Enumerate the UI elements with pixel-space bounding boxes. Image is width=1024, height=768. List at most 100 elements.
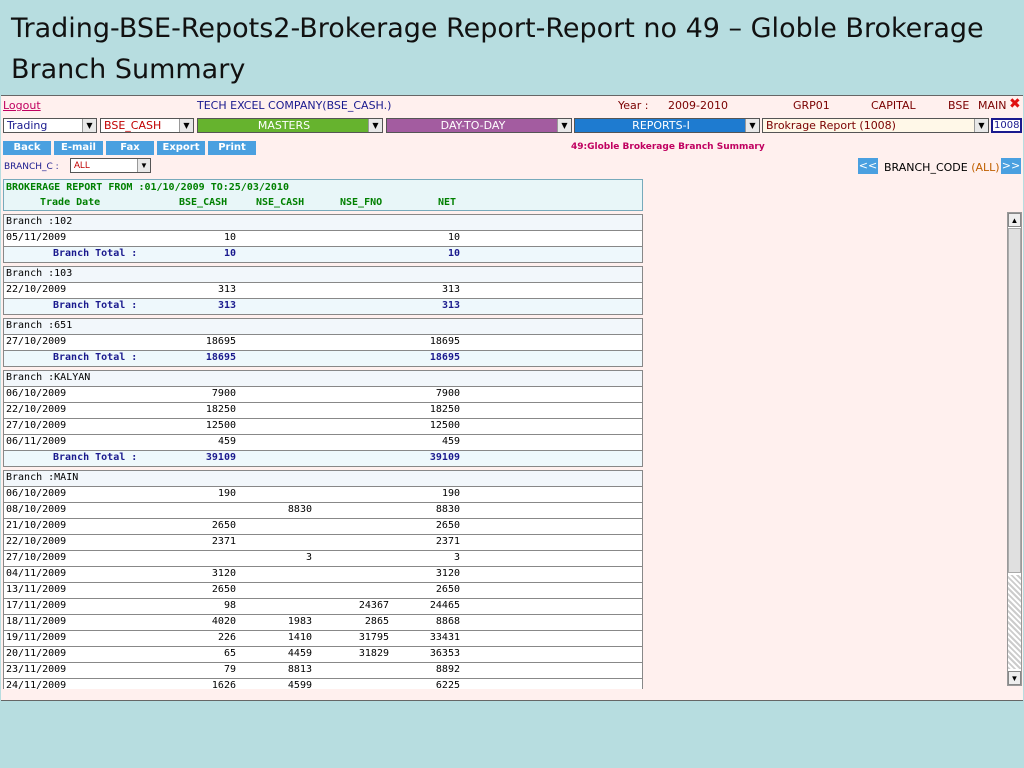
table-row: 06/10/2009 190 190	[3, 487, 643, 503]
cell-trade-date: 23/11/2009	[6, 664, 67, 675]
cell-trade-date: 06/10/2009	[6, 488, 67, 499]
cell-bse-cash: 18695	[205, 352, 236, 363]
report-select[interactable]: Brokrage Report (1008) ▼	[762, 118, 989, 133]
branch-code-label: BRANCH_CODE	[884, 161, 968, 174]
masters-menu-label: MASTERS	[257, 119, 311, 132]
reports-menu[interactable]: REPORTS-I ▼	[574, 118, 760, 133]
cell-bse-cash: 4020	[211, 616, 236, 627]
cell-net: 3	[453, 552, 460, 563]
report-code-field[interactable]: 1008	[991, 118, 1022, 133]
table-row: 08/10/2009 8830 8830	[3, 503, 643, 519]
table-row: 06/10/2009 7900 7900	[3, 387, 643, 403]
cell-trade-date: 17/11/2009	[6, 600, 67, 611]
cell-net: 459	[441, 436, 460, 447]
branch-filter-label: BRANCH_C :	[4, 162, 59, 172]
cell-trade-date: 22/10/2009	[6, 284, 67, 295]
table-row: 13/11/2009 2650 2650	[3, 583, 643, 599]
branch-header-row: Branch :MAIN	[3, 470, 643, 487]
chevron-down-icon: ▼	[368, 119, 382, 132]
branch-total-row: Branch Total : 10 10	[3, 247, 643, 263]
cell-bse-cash: 313	[217, 300, 236, 311]
back-button[interactable]: Back	[3, 141, 51, 155]
branch-total-label: Branch Total :	[53, 452, 138, 463]
cell-net: 36353	[429, 648, 460, 659]
chevron-down-icon: ▼	[82, 119, 96, 132]
company-name: TECH EXCEL COMPANY(BSE_CASH.)	[197, 99, 392, 112]
day-to-day-menu[interactable]: DAY-TO-DAY ▼	[386, 118, 572, 133]
branch-header-row: Branch :KALYAN	[3, 370, 643, 387]
chevron-down-icon: ▼	[137, 159, 150, 172]
prev-branch-button[interactable]: <<	[858, 158, 878, 174]
day-to-day-menu-label: DAY-TO-DAY	[440, 119, 506, 132]
table-row: 20/11/2009 65 4459 31829 36353	[3, 647, 643, 663]
fax-button[interactable]: Fax	[106, 141, 154, 155]
segment-select[interactable]: BSE_CASH ▼	[100, 118, 194, 133]
cell-net: 6225	[435, 680, 460, 689]
cell-net: 313	[441, 300, 460, 311]
email-button[interactable]: E-mail	[54, 141, 103, 155]
scrollbar-track[interactable]	[1008, 575, 1021, 669]
cell-trade-date: 13/11/2009	[6, 584, 67, 595]
col-nse-cash: NSE_CASH	[256, 197, 305, 208]
vertical-scrollbar[interactable]: ▲ ▼	[1007, 212, 1022, 686]
table-row: 22/10/2009 313 313	[3, 283, 643, 299]
year-label: Year :	[618, 99, 649, 112]
scrollbar-thumb[interactable]	[1008, 228, 1021, 573]
cell-net: 12500	[429, 420, 460, 431]
branch-total-row: Branch Total : 39109 39109	[3, 451, 643, 467]
trading-select[interactable]: Trading ▼	[3, 118, 97, 133]
table-row: 05/11/2009 10 10	[3, 231, 643, 247]
top-bar: Logout TECH EXCEL COMPANY(BSE_CASH.) Yea…	[1, 96, 1023, 116]
cell-net: 18695	[429, 352, 460, 363]
table-row: 19/11/2009 226 1410 31795 33431	[3, 631, 643, 647]
next-branch-button[interactable]: >>	[1001, 158, 1021, 174]
masters-menu[interactable]: MASTERS ▼	[197, 118, 383, 133]
export-button[interactable]: Export	[157, 141, 205, 155]
branch-header-row: Branch :103	[3, 266, 643, 283]
cell-trade-date: 27/10/2009	[6, 552, 67, 563]
print-button[interactable]: Print	[208, 141, 256, 155]
cell-nse-cash: 1983	[287, 616, 312, 627]
table-row: 22/10/2009 18250 18250	[3, 403, 643, 419]
cell-bse-cash: 65	[223, 648, 236, 659]
cell-bse-cash: 39109	[205, 452, 236, 463]
table-row: 06/11/2009 459 459	[3, 435, 643, 451]
cell-net: 39109	[429, 452, 460, 463]
cell-nse-fno: 2865	[364, 616, 389, 627]
slide-title: Trading-BSE-Repots2-Brokerage Report-Rep…	[11, 13, 984, 85]
table-row: 21/10/2009 2650 2650	[3, 519, 643, 535]
group-code: GRP01	[793, 99, 830, 112]
chevron-down-icon: ▼	[745, 119, 759, 132]
logout-link[interactable]: Logout	[3, 99, 41, 112]
cell-net: 18250	[429, 404, 460, 415]
chevron-down-icon: ▼	[974, 119, 988, 132]
branch-total-label: Branch Total :	[53, 300, 138, 311]
arrow-down-icon[interactable]: ▼	[1008, 671, 1021, 685]
cell-bse-cash: 79	[223, 664, 236, 675]
close-icon[interactable]: ✖	[1009, 96, 1021, 112]
report-code-value: 1008	[994, 120, 1020, 131]
cell-bse-cash: 12500	[205, 420, 236, 431]
branch-total-label: Branch Total :	[53, 352, 138, 363]
branch-header-row: Branch :651	[3, 318, 643, 335]
cell-bse-cash: 459	[217, 436, 236, 447]
table-row: 27/10/2009 12500 12500	[3, 419, 643, 435]
cell-net: 10	[447, 232, 460, 243]
table-row: 17/11/2009 98 24367 24465	[3, 599, 643, 615]
table-row: 27/10/2009 18695 18695	[3, 335, 643, 351]
arrow-up-icon[interactable]: ▲	[1008, 213, 1021, 227]
cell-trade-date: 19/11/2009	[6, 632, 67, 643]
cell-trade-date: 22/10/2009	[6, 536, 67, 547]
cell-net: 2650	[435, 584, 460, 595]
cell-bse-cash: 18250	[205, 404, 236, 415]
cell-bse-cash: 98	[223, 600, 236, 611]
branch-filter-value: ALL	[74, 160, 91, 170]
col-bse-cash: BSE_CASH	[179, 197, 228, 208]
table-row: 22/10/2009 2371 2371	[3, 535, 643, 551]
branch-filter-select[interactable]: ALL ▼	[70, 158, 151, 173]
cell-trade-date: 22/10/2009	[6, 404, 67, 415]
cell-net: 18695	[429, 336, 460, 347]
cell-bse-cash: 2650	[211, 584, 236, 595]
cell-net: 33431	[429, 632, 460, 643]
cell-nse-cash: 8830	[287, 504, 312, 515]
